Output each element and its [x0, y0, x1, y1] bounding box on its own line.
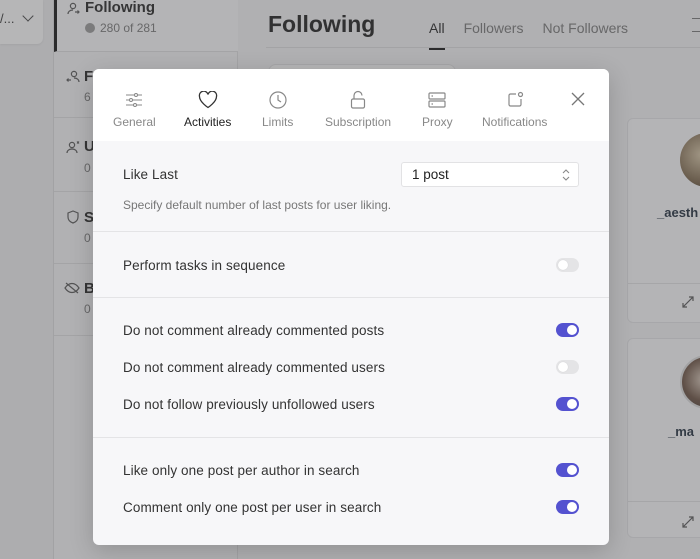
chevron-updown-icon [562, 169, 570, 181]
toggle-knob [567, 502, 577, 512]
like-last-hint: Specify default number of last posts for… [123, 198, 392, 212]
unlock-icon [347, 89, 369, 111]
server-icon [426, 89, 448, 111]
tab-label: Proxy [422, 115, 453, 129]
toggle-knob [558, 362, 568, 372]
no-comment-posts-label: Do not comment already commented posts [123, 323, 385, 338]
toggle-knob [567, 465, 577, 475]
sliders-icon [123, 89, 145, 111]
search-section: Like only one post per author in search … [93, 438, 609, 545]
modal-tab-bar: General Activities Limits Subscription P… [93, 69, 609, 141]
tab-subscription[interactable]: Subscription [325, 89, 391, 129]
no-follow-unfollowed-label: Do not follow previously unfollowed user… [123, 397, 375, 412]
settings-modal: General Activities Limits Subscription P… [93, 69, 609, 545]
tab-limits[interactable]: Limits [262, 89, 293, 129]
tab-label: Notifications [482, 115, 548, 129]
like-last-section: Like Last 1 post Specify default number … [93, 141, 609, 232]
comment-follow-section: Do not comment already commented posts D… [93, 298, 609, 438]
no-comment-users-label: Do not comment already commented users [123, 360, 385, 375]
tab-activities[interactable]: Activities [184, 89, 231, 129]
clock-icon [267, 89, 289, 111]
tab-notifications[interactable]: Notifications [482, 89, 547, 129]
like-last-select[interactable]: 1 post [401, 162, 579, 187]
toggle-knob [567, 399, 577, 409]
like-one-per-author-toggle[interactable] [556, 463, 579, 477]
toggle-knob [558, 260, 568, 270]
notification-icon [504, 89, 526, 111]
comment-one-per-user-toggle[interactable] [556, 500, 579, 514]
tab-label: Limits [262, 115, 294, 129]
tab-general[interactable]: General [113, 89, 156, 129]
no-follow-unfollowed-toggle[interactable] [556, 397, 579, 411]
close-icon[interactable] [571, 92, 585, 106]
tab-label: Subscription [325, 115, 392, 129]
tab-label: Activities [184, 115, 232, 129]
like-last-label: Like Last [123, 167, 178, 182]
like-last-value: 1 post [412, 167, 449, 182]
no-comment-users-toggle[interactable] [556, 360, 579, 374]
sequence-toggle[interactable] [556, 258, 579, 272]
no-comment-posts-toggle[interactable] [556, 323, 579, 337]
sequence-section: Perform tasks in sequence [93, 232, 609, 298]
sequence-label: Perform tasks in sequence [123, 258, 286, 273]
comment-one-per-user-label: Comment only one post per user in search [123, 500, 382, 515]
tab-label: General [113, 115, 156, 129]
heart-icon [197, 89, 219, 111]
toggle-knob [567, 325, 577, 335]
tab-proxy[interactable]: Proxy [422, 89, 453, 129]
like-one-per-author-label: Like only one post per author in search [123, 463, 360, 478]
